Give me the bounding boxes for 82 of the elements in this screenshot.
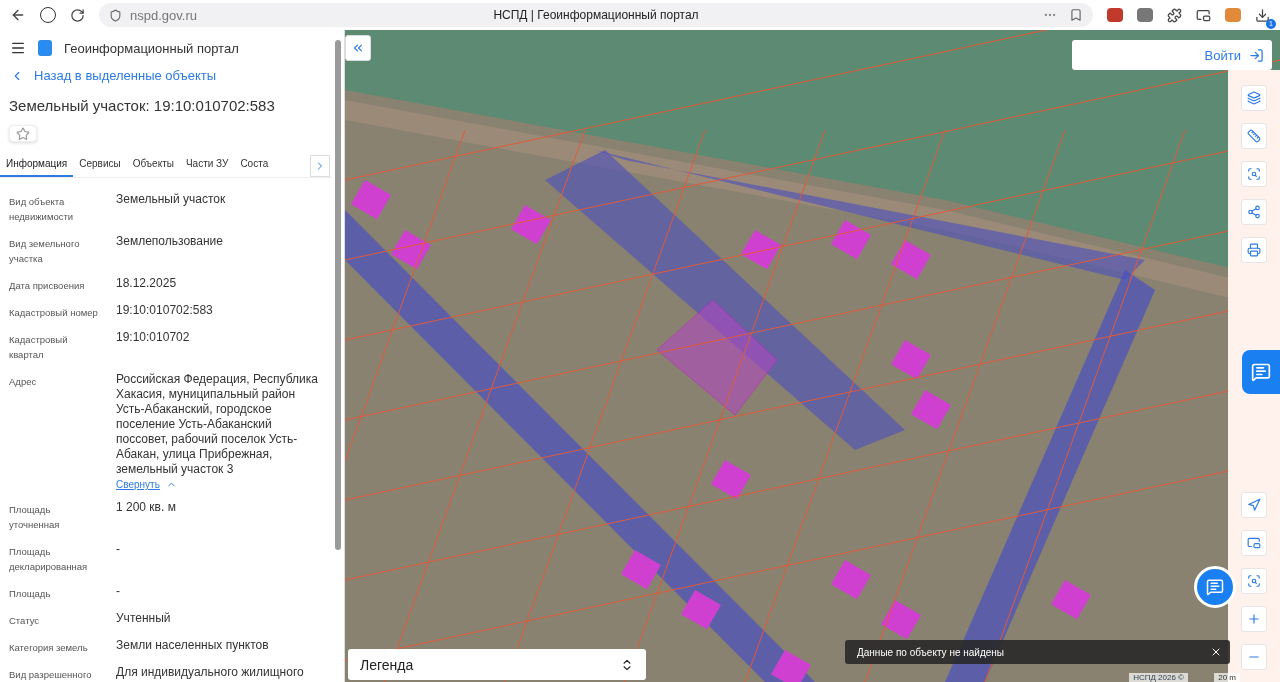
field-value: Земли населенных пунктов (116, 638, 270, 653)
page-title: НСПД | Геоинформационный портал (493, 8, 699, 22)
tab[interactable]: Части ЗУ (179, 152, 235, 177)
field-value: - (116, 584, 121, 599)
zoom-in-button[interactable] (1241, 606, 1267, 632)
field-value: 19:10:010702:583 (116, 303, 214, 318)
bookmark-icon[interactable] (1069, 8, 1083, 22)
back-icon[interactable] (10, 7, 26, 23)
zoom-out-button[interactable] (1241, 644, 1267, 670)
field-value: 1 200 кв. м (116, 500, 177, 515)
tab[interactable]: Информация (0, 152, 74, 177)
zoom-in-icon (1247, 612, 1261, 626)
double-chevron-left-icon (351, 41, 365, 55)
reload-icon[interactable] (70, 7, 85, 23)
field-label: Категория земель (9, 641, 89, 655)
layers-icon (1247, 91, 1261, 105)
field-label: Вид объекта недвижимости (9, 195, 75, 224)
field-value: - (116, 542, 121, 557)
field-label: Статус (9, 614, 41, 628)
field-label: Кадастровый номер (9, 306, 99, 320)
field-label: Кадастровый квартал (9, 333, 69, 362)
location-arrow-button[interactable] (1241, 492, 1267, 518)
legend-dropdown[interactable]: Легенда (348, 649, 646, 680)
print-icon (1247, 243, 1261, 257)
login-icon (1249, 47, 1264, 63)
area-search-button[interactable] (1241, 161, 1267, 187)
minimap-button[interactable] (1241, 530, 1267, 556)
area-search-icon (1247, 167, 1261, 181)
field-label: Площадь (9, 587, 52, 601)
extension-icon[interactable] (1137, 8, 1153, 22)
extension-icon[interactable] (1225, 8, 1241, 22)
minimap-icon (1247, 536, 1261, 550)
star-icon (16, 126, 30, 141)
portal-logo-icon (38, 40, 52, 57)
tab[interactable]: Сервисы (73, 152, 127, 177)
field-label: Площадь декларированная (9, 545, 89, 574)
toast-message: Данные по объекту не найдены (857, 646, 1005, 658)
extensions-icon[interactable] (1167, 7, 1182, 23)
close-button[interactable] (1210, 646, 1222, 658)
tab[interactable]: Объекты (126, 152, 180, 177)
map-attribution: НСПД 2026 © (1129, 673, 1188, 682)
field-value: Земельный участок (116, 192, 227, 207)
field-value: Учтенный (116, 611, 172, 626)
favorite-button[interactable] (9, 125, 37, 142)
field-label: Дата присвоения (9, 279, 86, 293)
object-title: Земельный участок: 19:10:010702:583 (9, 97, 276, 115)
address-bar[interactable]: nspd.gov.ru НСПД | Геоинформационный портал (99, 3, 1093, 27)
share-icon (1247, 205, 1261, 219)
ruler-button[interactable] (1241, 123, 1267, 149)
field-value: Для индивидуального жилищного (116, 665, 305, 680)
field-label: Вид земельного участка (9, 237, 81, 266)
url-text: nspd.gov.ru (130, 7, 197, 23)
shield-icon (109, 8, 122, 22)
geo-search-button[interactable] (1241, 568, 1267, 594)
field-value: Российская Федерация, Республика Хакасия, муниципальный район Усть-Абаканский, городское поселение Усть-Абаканский поссовет, рабочий поселок Усть-Абакан, улица Прибрежная, земельный участок 3 (116, 372, 319, 477)
geo-search-icon (1247, 574, 1261, 588)
scrollbar-thumb[interactable] (335, 40, 341, 550)
field-label: Вид разрешенного (9, 668, 93, 682)
layers-button[interactable] (1241, 85, 1267, 111)
print-button[interactable] (1241, 237, 1267, 263)
collapse-panel-button[interactable] (345, 35, 371, 61)
download-icon[interactable] (1255, 7, 1270, 23)
side-panel-button[interactable] (1242, 350, 1280, 394)
scale-label: 20 m (1214, 673, 1240, 682)
portal-title: Геоинформационный портал (64, 40, 239, 56)
field-value: Землепользование (116, 234, 224, 249)
tab[interactable]: Соста (234, 152, 275, 177)
field-label: Площадь уточненная (9, 503, 61, 532)
collapse-link[interactable]: Свернуть (116, 479, 323, 490)
login-button[interactable]: Войти (1072, 40, 1272, 70)
chat-icon (1206, 578, 1224, 596)
message-icon (1251, 362, 1271, 382)
ruler-icon (1247, 129, 1261, 143)
sidebar-icon[interactable] (1196, 7, 1211, 23)
field-value: 18.12.2025 (116, 276, 178, 291)
field-label: Адрес (9, 375, 38, 389)
close-icon (1210, 646, 1222, 658)
field-value: 19:10:010702 (116, 330, 191, 345)
share-button[interactable] (1241, 199, 1267, 225)
location-arrow-icon (1247, 498, 1261, 512)
back-link[interactable]: Назад в выделенные объекты (0, 68, 332, 84)
extension-icon[interactable] (1107, 8, 1123, 22)
